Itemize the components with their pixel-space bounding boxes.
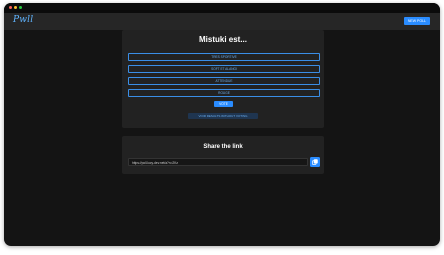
window-titlebar — [4, 3, 440, 13]
browser-window: Pwll NEW POLL Mistuki est... TRES SPORTI… — [4, 3, 440, 246]
share-title: Share the link — [203, 144, 243, 150]
poll-option[interactable]: SOFT ET ALANGI — [128, 65, 320, 73]
vote-button[interactable]: VOTE — [214, 101, 233, 107]
maximize-window-icon[interactable] — [19, 6, 22, 9]
share-card: Share the link https://poll.lucy-dev.net… — [122, 136, 324, 174]
view-results-button[interactable]: VOIR RESULTS WITHOUT VOTING — [188, 113, 258, 119]
poll-option[interactable]: ROUGE — [128, 89, 320, 97]
app-header: Pwll NEW POLL — [4, 13, 440, 30]
poll-option[interactable]: ATTENDUE — [128, 77, 320, 85]
new-poll-button[interactable]: NEW POLL — [403, 17, 430, 25]
poll-card: Mistuki est... TRES SPORTIVE SOFT ET ALA… — [122, 30, 324, 128]
copy-icon — [312, 159, 318, 165]
poll-question: Mistuki est... — [198, 35, 247, 44]
copy-link-button[interactable] — [310, 157, 320, 167]
app-logo[interactable]: Pwll — [13, 15, 33, 25]
share-link-field[interactable]: https://poll.lucy-dev.net/a?n=2Kz — [128, 158, 308, 166]
minimize-window-icon[interactable] — [14, 6, 17, 9]
close-window-icon[interactable] — [9, 6, 12, 9]
poll-option[interactable]: TRES SPORTIVE — [128, 53, 320, 61]
